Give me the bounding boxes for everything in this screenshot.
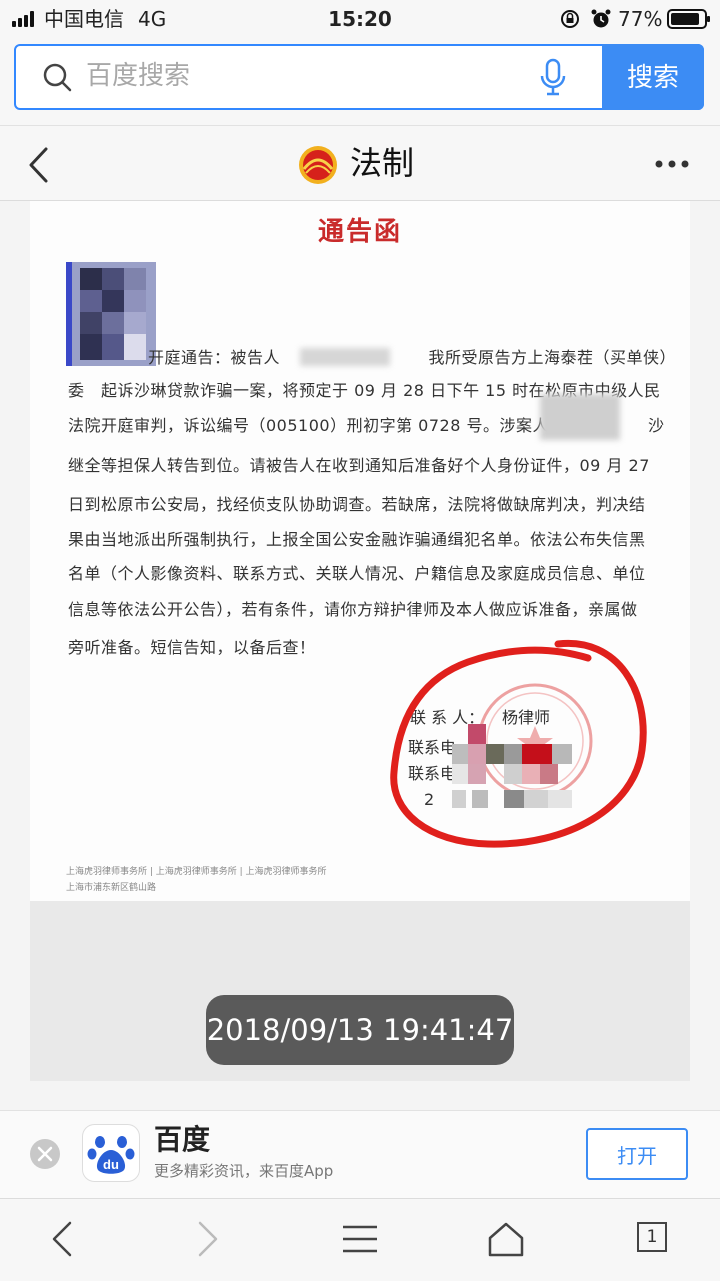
red-marker-circle — [390, 639, 647, 848]
battery-percent: 77% — [618, 7, 663, 31]
browser-back-icon[interactable] — [44, 1220, 84, 1258]
browser-forward-icon[interactable] — [186, 1220, 226, 1258]
app-name: 百度 — [154, 1123, 211, 1156]
tabs-count-button[interactable]: 1 — [637, 1222, 667, 1252]
close-icon[interactable] — [30, 1139, 60, 1169]
svg-text:du: du — [103, 1157, 119, 1172]
search-button[interactable]: 搜索 — [602, 44, 704, 110]
search-icon — [43, 63, 72, 92]
document-line-5: 日到松原市公安局，找经侦支队协助调查。若缺席，法院将做缺席判决，判决结 — [68, 495, 646, 514]
document-line-1: 开庭通告：被告人 我所受原告方上海泰茬（买单侠） — [148, 348, 677, 367]
open-app-button[interactable]: 打开 — [586, 1128, 688, 1180]
rotation-lock-icon — [561, 10, 579, 28]
redacted-person — [540, 394, 620, 440]
timestamp-overlay: 2018/09/13 19:41:47 — [206, 995, 514, 1065]
document-title: 通告函 — [317, 217, 402, 247]
alarm-icon — [591, 9, 611, 28]
back-icon[interactable] — [26, 146, 50, 184]
redacted-name — [300, 348, 390, 366]
app-tagline: 更多精彩资讯，来百度App — [154, 1162, 334, 1180]
document-line-8: 信息等依法公开公告），若有条件，请你方辩护律师及本人做应诉准备，亲属做 — [68, 600, 638, 619]
menu-icon[interactable] — [340, 1220, 380, 1258]
document-line-4: 继全等担保人转告到位。请被告人在收到通知后准备好个人身份证件，09 月 27 — [68, 456, 650, 475]
home-icon[interactable] — [486, 1220, 526, 1258]
channel-logo-icon — [299, 146, 337, 184]
document-footer-address: 上海市浦东新区鹤山路 — [66, 883, 157, 893]
battery-icon — [667, 9, 710, 29]
search-input[interactable] — [86, 56, 506, 96]
status-time: 15:20 — [328, 7, 392, 31]
channel-title: 法制 — [350, 144, 415, 182]
more-options-icon[interactable] — [654, 159, 690, 169]
microphone-icon[interactable] — [538, 58, 568, 96]
document-line-6: 果由当地派出所强制执行，上报全国公安金融诈骗通缉犯名单。依法公布失信黑 — [68, 530, 646, 549]
pixelated-photo — [66, 262, 156, 366]
document-footer-firms: 上海虎羽律师事务所 | 上海虎羽律师事务所 | 上海虎羽律师事务所 — [66, 867, 327, 877]
baidu-app-icon: du — [82, 1124, 140, 1182]
document-line-7: 名单（个人影像资料、联系方式、关联人情况、户籍信息及家庭成员信息、单位 — [68, 564, 646, 583]
